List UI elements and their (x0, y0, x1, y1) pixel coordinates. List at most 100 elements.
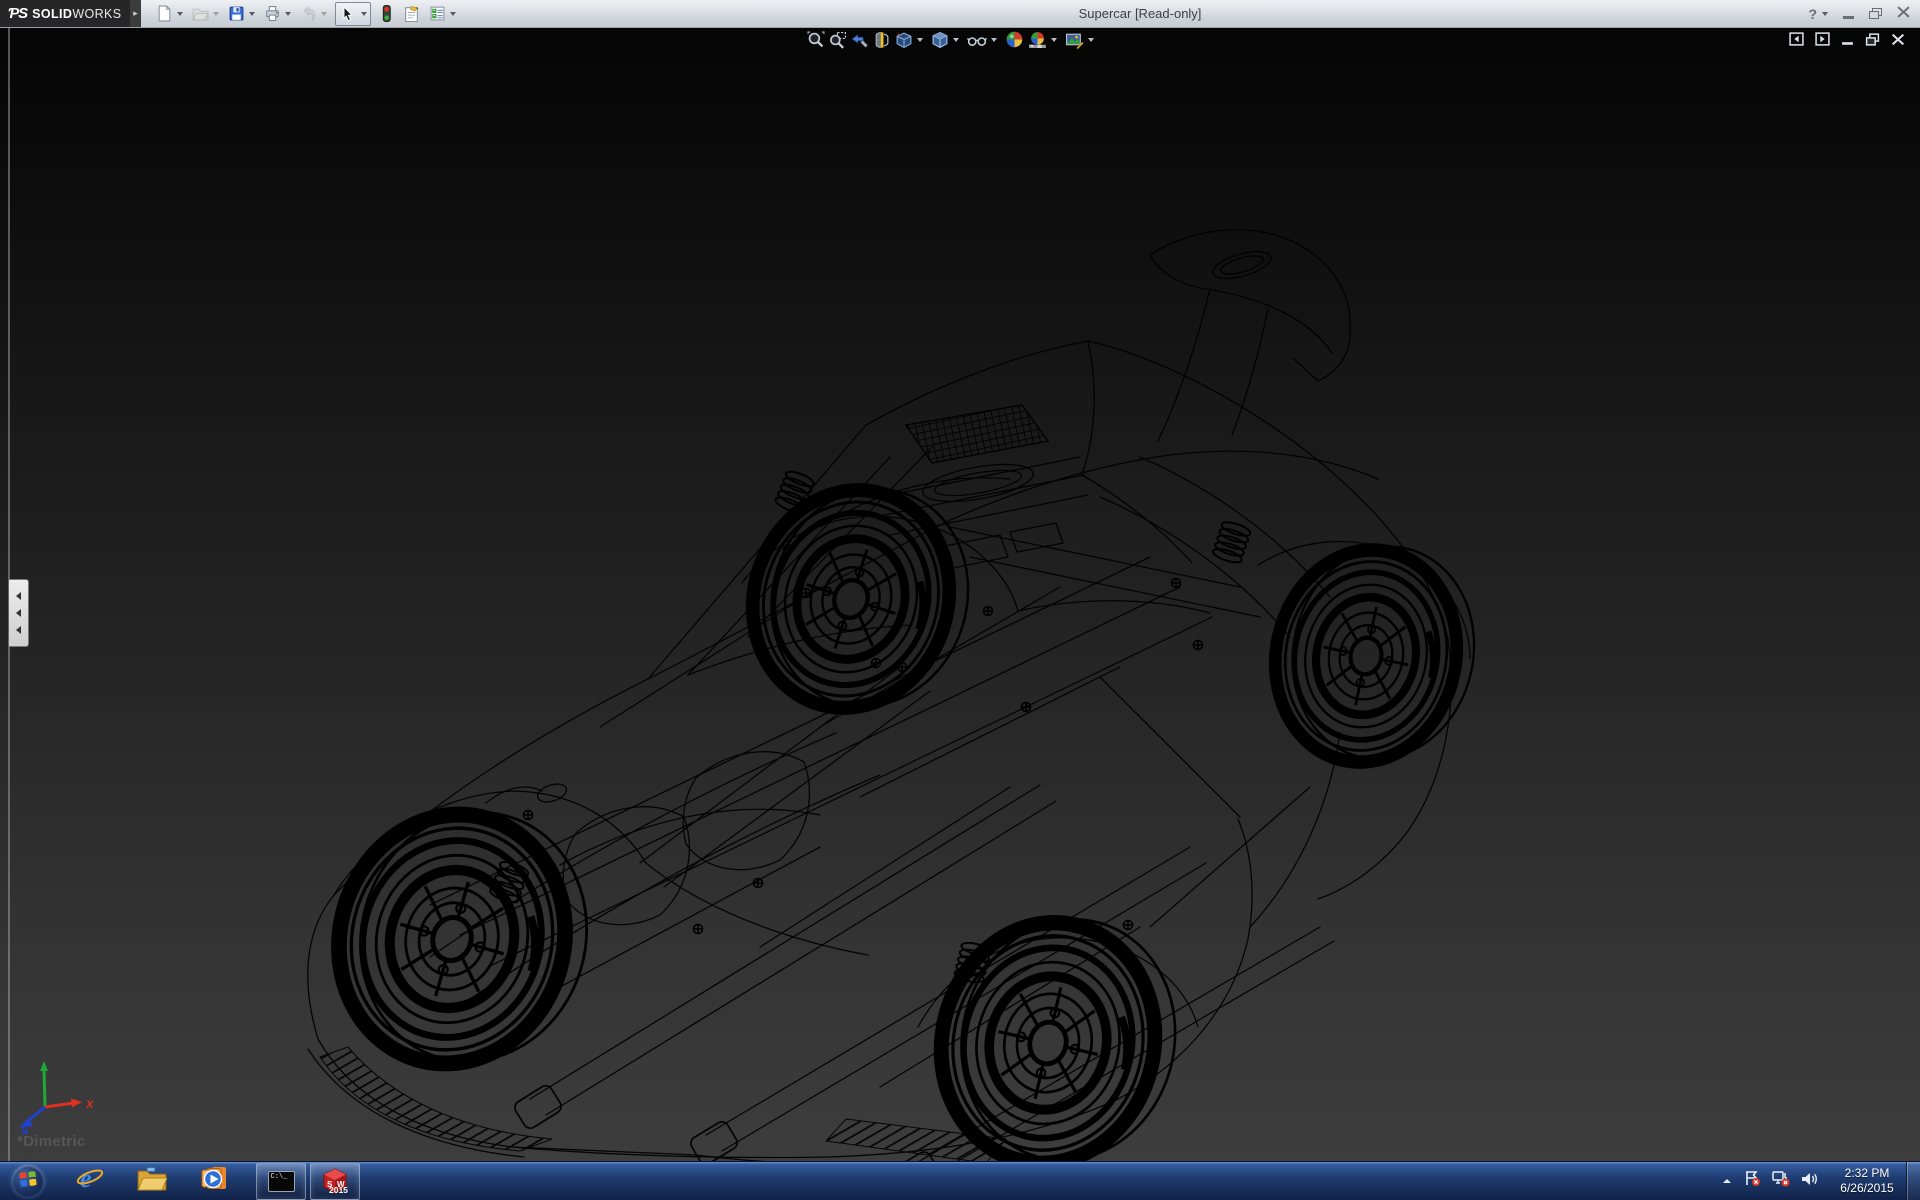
open-icon (192, 5, 209, 22)
file-properties-button[interactable] (402, 2, 421, 25)
previous-view-button[interactable] (850, 29, 870, 50)
chevron-up-icon (1721, 1176, 1733, 1186)
collapse-arrow-icon (16, 592, 21, 600)
collapse-arrow-icon (16, 626, 21, 634)
document-close-icon (1891, 33, 1905, 51)
view-settings-button[interactable] (1064, 29, 1099, 50)
media-player-button[interactable] (194, 1162, 234, 1200)
help-dropdown-arrow[interactable] (1822, 12, 1828, 16)
rebuild-button[interactable] (378, 2, 395, 25)
feature-panel-collapsed-tab[interactable] (9, 579, 29, 647)
document-close-button[interactable] (1891, 33, 1905, 51)
zoom-to-fit-button[interactable] (806, 29, 826, 50)
section-view-icon (873, 31, 891, 49)
options-button[interactable] (428, 2, 457, 25)
display-style-button[interactable] (930, 29, 964, 50)
section-view-button[interactable] (872, 29, 892, 50)
display-style-dropdown-arrow[interactable] (953, 38, 959, 42)
new-document-icon (156, 5, 173, 22)
collapse-panel-left-button[interactable] (1789, 32, 1804, 51)
app-minimize-button[interactable] (1843, 8, 1854, 19)
internet-explorer-icon: e (75, 1164, 105, 1199)
standard-toolbar (155, 0, 457, 27)
zoom-to-area-button[interactable] (828, 29, 848, 50)
print-button[interactable] (263, 2, 292, 25)
show-hidden-icons-button[interactable] (1721, 1176, 1733, 1186)
file-explorer-button[interactable] (132, 1162, 172, 1200)
save-button[interactable] (227, 2, 256, 25)
view-orientation-icon (895, 31, 913, 49)
hide-show-items-dropdown-arrow[interactable] (991, 38, 997, 42)
taskbar-clock[interactable]: 2:32 PM 6/26/2015 (1830, 1166, 1904, 1196)
open-button[interactable] (191, 2, 220, 25)
options-dropdown-arrow[interactable] (450, 12, 456, 16)
new-document-dropdown-arrow[interactable] (177, 12, 183, 16)
hide-show-items-icon (967, 31, 987, 49)
command-prompt-button[interactable]: C:\_ (256, 1163, 306, 1200)
windows-taskbar: e C:\_ S W 2015 (0, 1161, 1920, 1200)
solidworks-2015-icon: S W 2015 (322, 1168, 348, 1194)
media-player-icon (199, 1165, 229, 1198)
view-settings-dropdown-arrow[interactable] (1088, 38, 1094, 42)
undo-icon (300, 5, 317, 22)
apply-scene-button[interactable] (1027, 29, 1062, 50)
speaker-icon (1801, 1171, 1819, 1192)
app-restore-button[interactable] (1869, 8, 1882, 19)
internet-explorer-button[interactable]: e (70, 1162, 110, 1200)
start-button[interactable] (12, 1165, 44, 1197)
document-minimize-icon (1841, 33, 1854, 51)
solidworks-year-label: 2015 (329, 1185, 348, 1195)
pinned-apps: e (70, 1162, 256, 1200)
save-dropdown-arrow[interactable] (249, 12, 255, 16)
show-desktop-button[interactable] (1906, 1162, 1920, 1200)
view-orientation-label: *Dimetric (17, 1133, 86, 1150)
options-icon (429, 5, 446, 22)
window-title: Supercar [Read-only] (1079, 0, 1202, 27)
headsup-view-toolbar (806, 29, 1099, 50)
hide-show-items-button[interactable] (966, 29, 1002, 50)
undo-dropdown-arrow[interactable] (321, 12, 327, 16)
svg-text:e: e (80, 1164, 92, 1193)
windows-logo-icon (18, 1169, 38, 1194)
select-dropdown-arrow[interactable] (361, 12, 367, 16)
new-document-button[interactable] (155, 2, 184, 25)
select-button[interactable] (339, 2, 357, 25)
view-orientation-dropdown-arrow[interactable] (917, 38, 923, 42)
apply-scene-dropdown-arrow[interactable] (1051, 38, 1057, 42)
clock-date: 6/26/2015 (1830, 1181, 1904, 1196)
graphics-viewport[interactable]: X *Dimetric (0, 27, 1920, 1162)
volume-button[interactable] (1801, 1171, 1819, 1192)
solidworks-taskbar-button[interactable]: S W 2015 (310, 1163, 360, 1200)
wireframe-supercar (0, 27, 1920, 1162)
network-disconnected-icon (1772, 1170, 1790, 1192)
collapse-panel-left-icon (1789, 32, 1804, 51)
print-dropdown-arrow[interactable] (285, 12, 291, 16)
undo-button[interactable] (299, 2, 328, 25)
open-dropdown-arrow[interactable] (213, 12, 219, 16)
print-icon (264, 5, 281, 22)
view-settings-icon (1065, 31, 1084, 49)
apply-scene-icon (1028, 30, 1047, 49)
system-tray: 2:32 PM 6/26/2015 (1721, 1162, 1904, 1200)
document-restore-icon (1865, 33, 1880, 51)
view-orientation-button[interactable] (894, 29, 928, 50)
document-minimize-button[interactable] (1841, 33, 1854, 51)
help-button[interactable]: ? (1808, 6, 1828, 22)
expand-panel-right-button[interactable] (1815, 32, 1830, 51)
command-prompt-icon: C:\_ (268, 1171, 295, 1192)
edit-appearance-button[interactable] (1004, 29, 1025, 50)
brand-light: WORKS (72, 7, 121, 21)
select-button-group (335, 2, 371, 26)
menu-expand-button[interactable]: ▸ (130, 0, 141, 27)
solidworks-logo-icon: ƤS (8, 5, 27, 22)
minimize-icon (1843, 16, 1854, 19)
document-restore-button[interactable] (1865, 33, 1880, 51)
app-close-button[interactable] (1897, 5, 1910, 23)
triad-x-label: X (85, 1099, 94, 1111)
solidworks-logo: ƤS SOLIDWORKS (0, 0, 130, 27)
display-style-icon (931, 31, 949, 49)
network-status-button[interactable] (1772, 1170, 1790, 1192)
previous-view-icon (851, 31, 869, 49)
save-icon (228, 5, 245, 22)
action-center-button[interactable] (1744, 1170, 1761, 1192)
